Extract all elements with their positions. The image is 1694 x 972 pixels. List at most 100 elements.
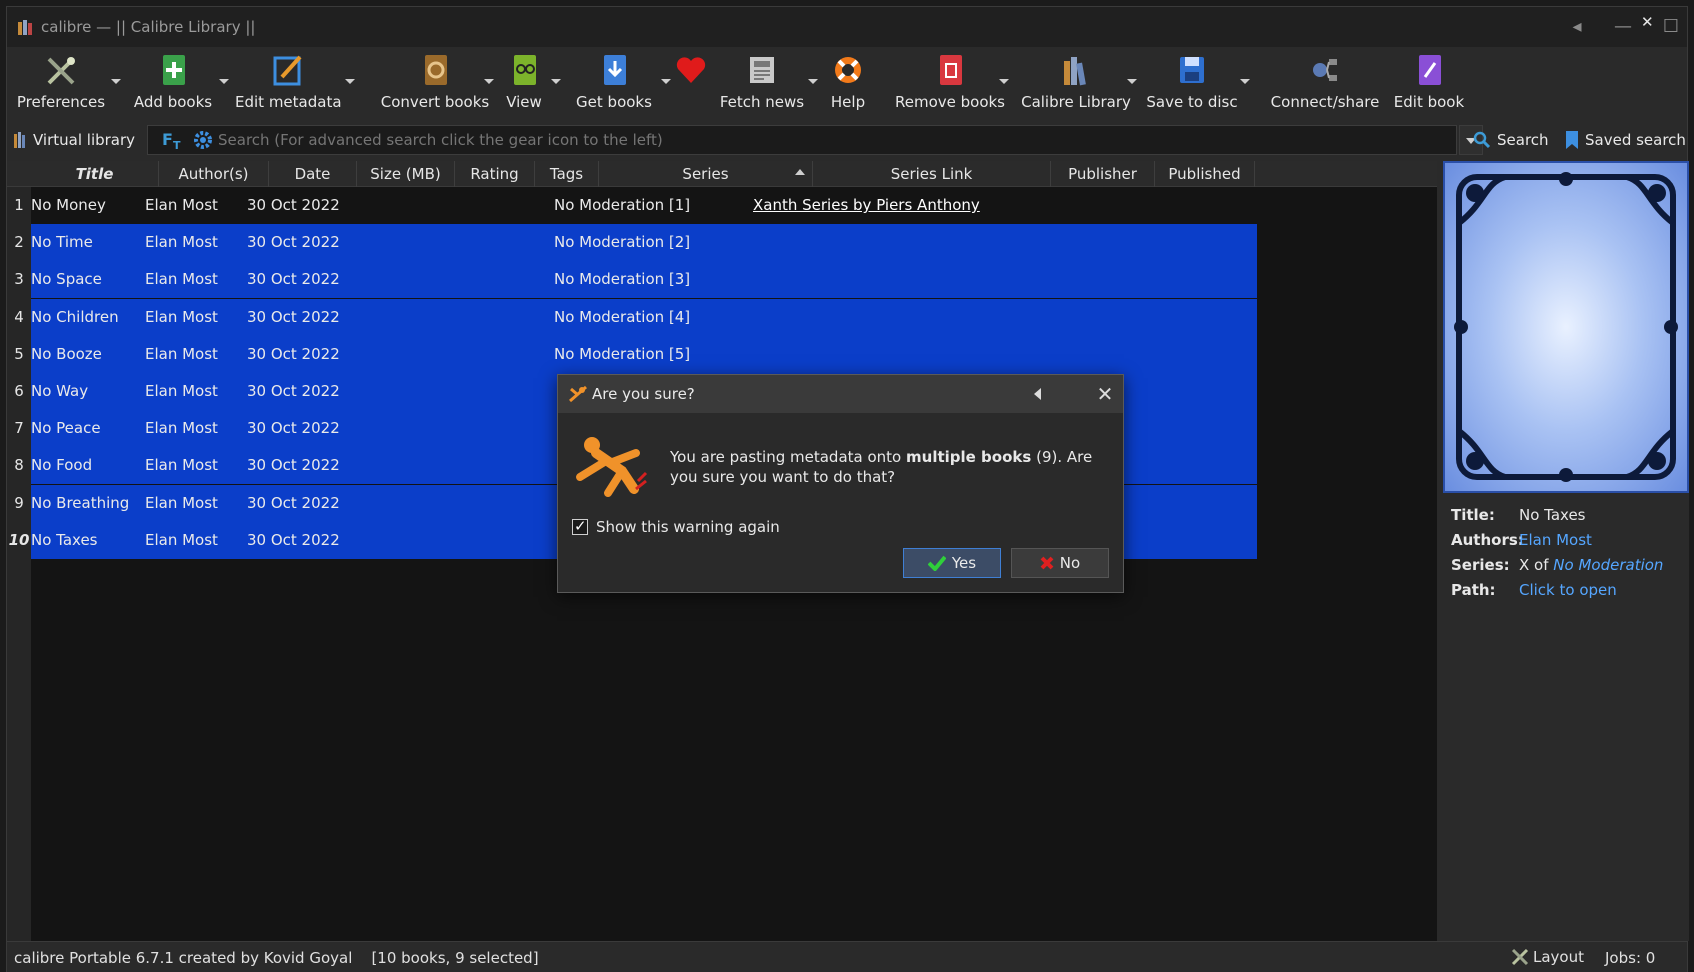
row-number: 4 xyxy=(14,307,24,326)
add-books-dropdown-arrow[interactable] xyxy=(219,79,229,84)
remove-books-dropdown-arrow[interactable] xyxy=(999,79,1009,84)
fetch-news-button[interactable]: Fetch news xyxy=(717,51,807,113)
col-published[interactable]: Published xyxy=(1155,161,1255,187)
add-books-button[interactable]: Add books xyxy=(127,51,219,113)
no-button[interactable]: No xyxy=(1011,548,1109,578)
calibre-app-icon xyxy=(18,20,32,35)
col-publisher[interactable]: Publisher xyxy=(1051,161,1155,187)
col-series[interactable]: Series xyxy=(599,161,813,187)
preferences-label: Preferences xyxy=(16,93,106,111)
get-books-dropdown-arrow[interactable] xyxy=(661,79,671,84)
path-open-link[interactable]: Click to open xyxy=(1519,581,1617,606)
view-dropdown-arrow[interactable] xyxy=(551,79,561,84)
preferences-tools-icon xyxy=(47,57,75,85)
fetch-news-icon xyxy=(750,57,774,83)
view-button[interactable]: View xyxy=(501,51,547,113)
cell-author: Elan Most xyxy=(145,233,218,252)
layout-button[interactable]: Layout xyxy=(1511,948,1584,966)
virtual-library-button[interactable]: Virtual library xyxy=(13,127,135,153)
search-box[interactable]: FT xyxy=(147,125,1457,155)
cell-series-link[interactable]: Xanth Series by Piers Anthony xyxy=(753,187,980,224)
path-label: Path: xyxy=(1451,581,1496,599)
cell-title: No Way xyxy=(31,382,89,400)
cell-series: No Moderation [5] xyxy=(554,344,691,363)
yes-button[interactable]: Yes xyxy=(903,548,1001,578)
help-lifebuoy-icon xyxy=(835,57,861,83)
virtual-library-label: Virtual library xyxy=(33,131,136,149)
virtual-library-icon xyxy=(14,132,25,148)
dialog-back-arrow-icon[interactable] xyxy=(1034,388,1041,400)
cell-date: 30 Oct 2022 xyxy=(247,493,340,512)
close-window-button[interactable]: ✕ xyxy=(1641,13,1654,31)
bookmark-icon xyxy=(1566,131,1578,149)
col-authors[interactable]: Author(s) xyxy=(159,161,269,187)
cell-author: Elan Most xyxy=(145,530,218,549)
jobs-indicator[interactable]: Jobs: 0 xyxy=(1605,949,1655,967)
save-to-disc-dropdown-arrow[interactable] xyxy=(1240,79,1250,84)
cell-author: Elan Most xyxy=(145,344,218,363)
row-number: 5 xyxy=(14,344,24,363)
gear-icon[interactable] xyxy=(192,129,214,151)
save-to-disc-button[interactable]: Save to disc xyxy=(1145,51,1239,113)
red-x-icon xyxy=(1040,556,1054,570)
preferences-dropdown-arrow[interactable] xyxy=(111,79,121,84)
heart-donate-icon[interactable] xyxy=(675,55,707,85)
connect-share-button[interactable]: Connect/share xyxy=(1261,51,1389,113)
convert-books-dropdown-arrow[interactable] xyxy=(484,79,494,84)
table-row[interactable]: No Money Elan Most 30 Oct 2022 No Moderatio… xyxy=(31,187,1257,224)
minimize-button[interactable]: — xyxy=(1603,13,1643,41)
calibre-library-dropdown-arrow[interactable] xyxy=(1127,79,1137,84)
col-rating[interactable]: Rating xyxy=(455,161,535,187)
row-number: 10 xyxy=(8,530,30,549)
col-title[interactable]: Title xyxy=(31,161,159,187)
edit-book-label: Edit book xyxy=(1393,93,1465,111)
add-books-label: Add books xyxy=(133,93,213,111)
cell-series: No Moderation [3] xyxy=(554,270,691,289)
edit-metadata-button[interactable]: Edit metadata xyxy=(235,51,342,113)
help-button[interactable]: Help xyxy=(825,51,871,113)
edit-metadata-dropdown-arrow[interactable] xyxy=(345,79,355,84)
title-label: Title: xyxy=(1451,506,1495,524)
table-row[interactable]: No Booze Elan Most 30 Oct 2022 No Moderatio… xyxy=(31,335,1257,373)
checkbox-checked[interactable] xyxy=(572,517,588,535)
table-row[interactable]: No Space Elan Most 30 Oct 2022 No Moderatio… xyxy=(31,261,1257,299)
saved-search-button[interactable]: Saved search xyxy=(1565,127,1686,153)
series-link[interactable]: No Moderation xyxy=(1553,556,1663,574)
calibre-library-button[interactable]: Calibre Library xyxy=(1019,51,1133,113)
cell-date: 30 Oct 2022 xyxy=(247,270,340,289)
falling-person-warning-icon xyxy=(576,437,648,497)
remove-books-button[interactable]: Remove books xyxy=(885,51,1015,113)
cell-date: 30 Oct 2022 xyxy=(247,382,340,400)
edit-book-button[interactable]: Edit book xyxy=(1379,51,1479,113)
fetch-news-dropdown-arrow[interactable] xyxy=(808,79,818,84)
cell-series: No Moderation [4] xyxy=(554,307,691,326)
edit-metadata-label: Edit metadata xyxy=(235,93,342,111)
cell-title: No Breathing xyxy=(31,493,130,512)
col-size[interactable]: Size (MB) xyxy=(357,161,455,187)
main-toolbar: Preferences Add books Edit metadata Conv… xyxy=(7,47,1687,117)
connect-share-label: Connect/share xyxy=(1270,93,1380,111)
maximize-button[interactable]: ☐ xyxy=(1653,13,1689,41)
show-warning-checkbox[interactable]: Show this warning again xyxy=(572,517,780,536)
cell-date: 30 Oct 2022 xyxy=(247,530,340,549)
row-number: 9 xyxy=(14,493,24,512)
dialog-close-button[interactable]: ✕ xyxy=(1092,381,1118,407)
book-cover[interactable] xyxy=(1443,161,1689,493)
col-date[interactable]: Date xyxy=(269,161,357,187)
table-row[interactable]: No Time Elan Most 30 Oct 2022 No Moderation… xyxy=(31,224,1257,262)
col-tags[interactable]: Tags xyxy=(535,161,599,187)
dialog-warning-icon xyxy=(569,385,587,403)
col-series-link[interactable]: Series Link xyxy=(813,161,1051,187)
book-list-header: Title Author(s) Date Size (MB) Rating Ta… xyxy=(7,161,1437,187)
back-arrow-icon[interactable]: ◂ xyxy=(1557,13,1597,41)
convert-books-button[interactable]: Convert books xyxy=(369,51,501,113)
add-books-icon xyxy=(163,55,185,85)
table-row[interactable]: No Children Elan Most 30 Oct 2022 No Modera… xyxy=(31,298,1257,336)
get-books-button[interactable]: Get books xyxy=(575,51,653,113)
remove-books-label: Remove books xyxy=(894,93,1006,111)
search-button[interactable]: Search xyxy=(1473,127,1549,153)
search-input[interactable] xyxy=(218,128,1418,152)
preferences-button[interactable]: Preferences xyxy=(15,51,107,113)
full-text-search-icon[interactable]: FT xyxy=(162,130,180,152)
authors-link[interactable]: Elan Most xyxy=(1519,531,1592,556)
